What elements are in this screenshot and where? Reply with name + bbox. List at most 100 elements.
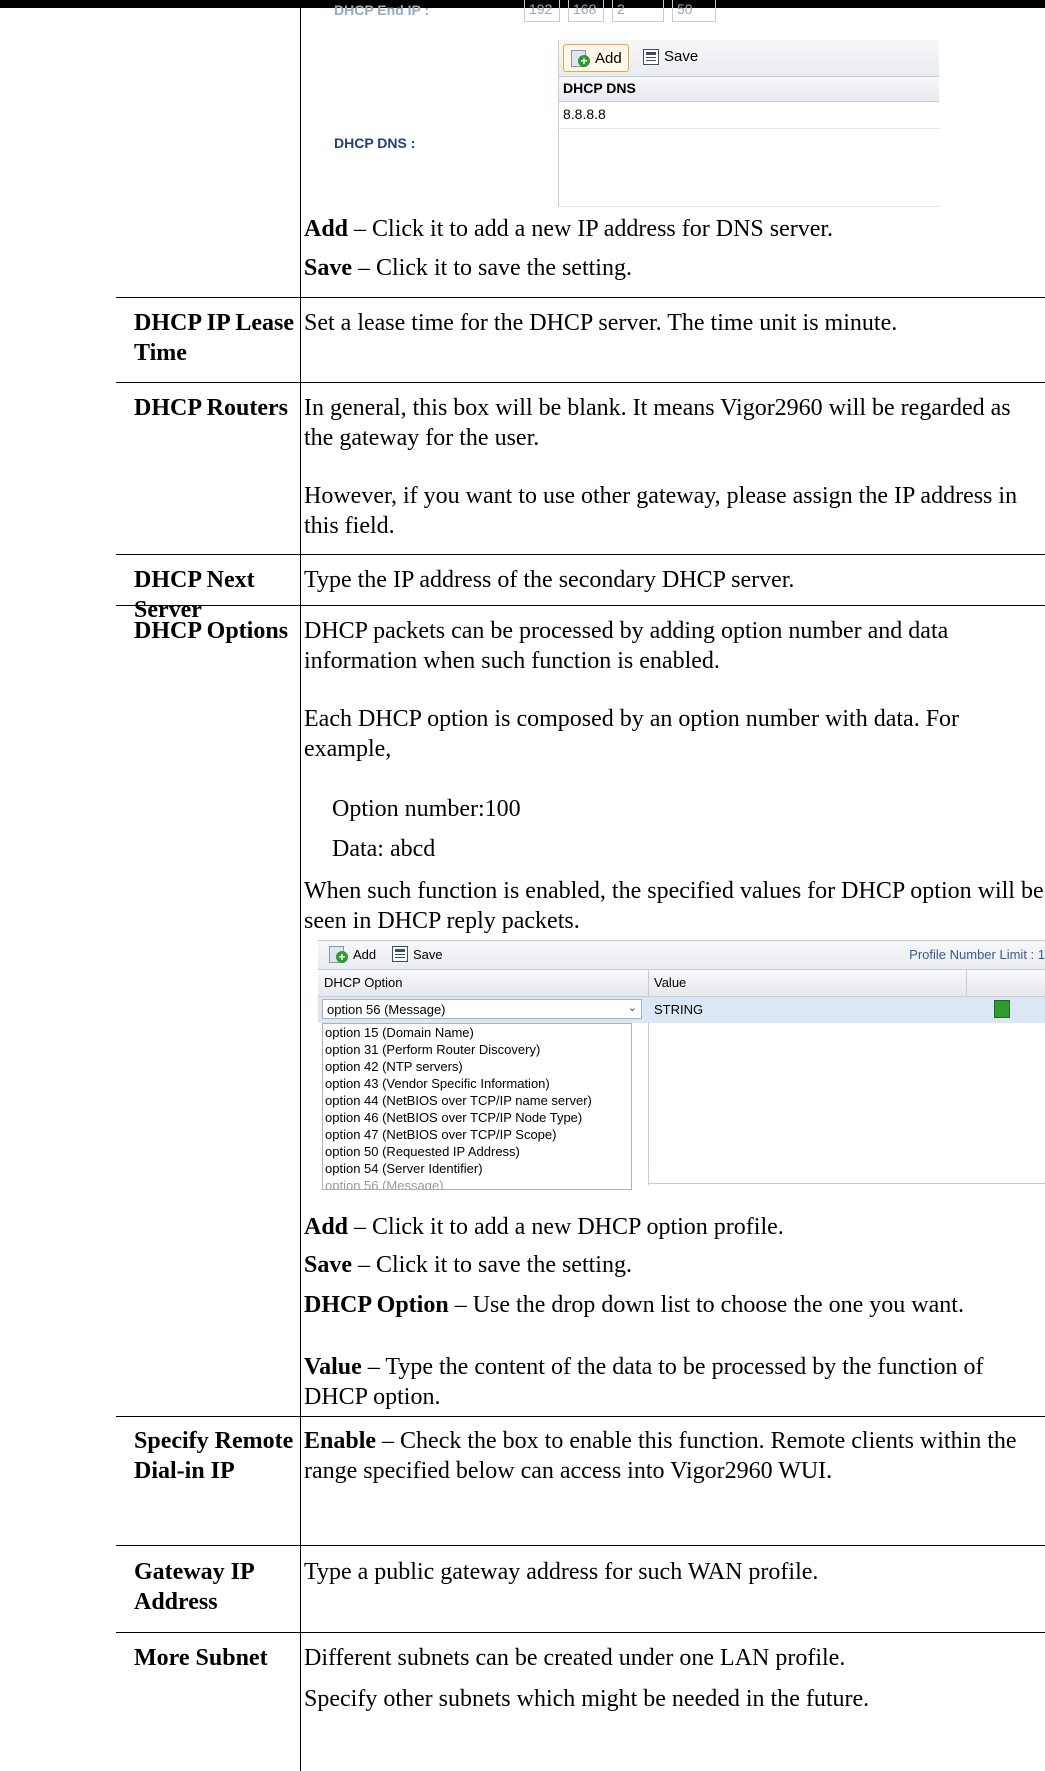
options-example-data: Data: abcd [332, 836, 436, 862]
save-icon [392, 946, 408, 962]
term-bold: Save [304, 255, 352, 281]
desc-text: – Click it to save the setting. [352, 1252, 632, 1278]
desc-text: – Click it to save the setting. [352, 255, 632, 281]
term-bold: Enable [304, 1428, 377, 1454]
desc-text: – Check the box to enable this function.… [304, 1428, 1017, 1484]
row-desc-next-server: Type the IP address of the secondary DHC… [304, 567, 795, 593]
dropdown-option[interactable]: option 43 (Vendor Specific Information) [325, 1075, 631, 1092]
term-bold: Add [304, 216, 349, 242]
options-table-row[interactable]: option 56 (Message) ⌄ STRING [318, 997, 1045, 1023]
options-desc-3: When such function is enabled, the speci… [304, 878, 1044, 934]
option-dropdown-list[interactable]: option 15 (Domain Name) option 31 (Perfo… [322, 1023, 632, 1190]
dns-add-desc: Add – Click it to add a new IP address f… [304, 214, 1044, 244]
dropdown-option[interactable]: option 50 (Requested IP Address) [325, 1143, 631, 1160]
dns-table-row[interactable]: 8.8.8.8 [559, 102, 939, 129]
save-icon [643, 48, 659, 65]
options-option-desc: DHCP Option – Use the drop down list to … [304, 1290, 1044, 1320]
col-divider [648, 970, 649, 996]
desc-text: – Click it to add a new IP address for D… [348, 216, 834, 242]
profile-limit-label: Profile Number Limit : 1 [909, 947, 1045, 962]
row-desc-routers-2: However, if you want to use other gatewa… [304, 483, 1018, 539]
options-toolbar: + Add Save Profile Number Limit : 1 [318, 940, 1045, 970]
options-add-desc: Add – Click it to add a new DHCP option … [304, 1212, 1044, 1242]
col-divider [966, 970, 967, 996]
row-desc-subnet-2: Specify other subnets which might be nee… [304, 1686, 870, 1712]
end-ip-octet-input[interactable]: 2 [612, 0, 664, 22]
add-icon: + [328, 945, 348, 963]
dns-screenshot: DHCP End IP : 192 168 2 50 + Add Save DH… [318, 0, 939, 207]
top-border [0, 0, 1045, 8]
row-term-gateway: Gateway IP Address [134, 1559, 254, 1615]
options-value-desc: Value – Type the content of the data to … [304, 1352, 1044, 1412]
add-icon: + [570, 49, 590, 67]
row-term-routers: DHCP Routers [134, 395, 288, 421]
row-term-lease: DHCP IP Lease Time [134, 310, 294, 366]
dns-add-label: Add [595, 49, 622, 67]
term-bold: Save [304, 1252, 352, 1278]
row-desc-subnet-1: Different subnets can be created under o… [304, 1645, 846, 1671]
column-divider [300, 8, 301, 1771]
row-desc-routers-1: In general, this box will be blank. It m… [304, 395, 1011, 451]
dns-table-header: DHCP DNS [559, 77, 939, 102]
end-ip-octet-input[interactable]: 168 [568, 0, 604, 22]
term-bold: Add [304, 1214, 349, 1240]
col-option-header: DHCP Option [324, 975, 403, 990]
row-term-options: DHCP Options [134, 618, 289, 644]
options-desc-2: Each DHCP option is composed by an optio… [304, 706, 960, 762]
option-select[interactable]: option 56 (Message) ⌄ [322, 999, 642, 1019]
term-bold: DHCP Option [304, 1292, 449, 1318]
dns-field-label: DHCP DNS : [334, 135, 416, 151]
options-add-button[interactable]: + Add [328, 945, 376, 963]
option-select-value: option 56 (Message) [327, 1002, 446, 1017]
col-value-header: Value [654, 975, 687, 990]
dns-list-panel: + Add Save DHCP DNS 8.8.8.8 [558, 40, 939, 207]
desc-text: – Type the content of the data to be pro… [304, 1354, 984, 1410]
end-ip-inputs: 192 168 2 50 [524, 0, 716, 22]
row-desc-lease: Set a lease time for the DHCP server. Th… [304, 310, 898, 336]
dropdown-option[interactable]: option 42 (NTP servers) [325, 1058, 631, 1075]
options-row-bottom-border [648, 1183, 1045, 1184]
row-divider [116, 1632, 1045, 1633]
end-ip-octet-input[interactable]: 192 [524, 0, 560, 22]
row-desc-remote: Enable – Check the box to enable this fu… [304, 1426, 1044, 1486]
dns-save-desc: Save – Click it to save the setting. [304, 253, 1044, 283]
dns-col-header: DHCP DNS [563, 80, 636, 96]
dns-save-button[interactable]: Save [643, 48, 698, 65]
delete-icon[interactable] [994, 1000, 1010, 1018]
chevron-down-icon: ⌄ [627, 1002, 637, 1014]
dns-cell-value: 8.8.8.8 [563, 106, 606, 122]
end-ip-label: DHCP End IP : [334, 2, 430, 18]
dropdown-option[interactable]: option 31 (Perform Router Discovery) [325, 1041, 631, 1058]
options-add-label: Add [353, 946, 377, 962]
dns-toolbar: + Add Save [559, 40, 939, 77]
row-term-subnet: More Subnet [134, 1645, 268, 1671]
end-ip-octet-input[interactable]: 50 [672, 0, 716, 22]
dropdown-option[interactable]: option 46 (NetBIOS over TCP/IP Node Type… [325, 1109, 631, 1126]
row-desc-gateway: Type a public gateway address for such W… [304, 1559, 819, 1585]
dropdown-option[interactable]: option 56 (Message) [325, 1177, 631, 1189]
options-save-desc: Save – Click it to save the setting. [304, 1250, 1044, 1280]
row-divider [116, 554, 1045, 555]
options-example-number: Option number:100 [332, 796, 521, 822]
options-screenshot: + Add Save Profile Number Limit : 1 DHCP… [318, 940, 1045, 1208]
desc-text: – Click it to add a new DHCP option prof… [348, 1214, 784, 1240]
dropdown-option[interactable]: option 47 (NetBIOS over TCP/IP Scope) [325, 1126, 631, 1143]
row-divider [116, 382, 1045, 383]
dropdown-option[interactable]: option 54 (Server Identifier) [325, 1160, 631, 1177]
option-value-cell: STRING [654, 1002, 704, 1017]
row-term-remote: Specify Remote Dial-in IP [134, 1428, 294, 1484]
desc-text: – Use the drop down list to choose the o… [448, 1292, 964, 1318]
dropdown-option[interactable]: option 15 (Domain Name) [325, 1024, 631, 1041]
options-table-header: DHCP Option Value [318, 970, 1045, 997]
dns-add-button[interactable]: + Add [563, 44, 629, 72]
options-save-label: Save [413, 946, 443, 962]
row-divider [116, 1416, 1045, 1417]
row-divider [116, 1545, 1045, 1546]
options-desc-1: DHCP packets can be processed by adding … [304, 618, 949, 674]
dropdown-option[interactable]: option 44 (NetBIOS over TCP/IP name serv… [325, 1092, 631, 1109]
term-bold: Value [304, 1354, 362, 1380]
row-divider [116, 297, 1045, 298]
dns-save-label: Save [664, 48, 699, 65]
options-save-button[interactable]: Save [392, 946, 443, 962]
options-value-column-lower [648, 1023, 649, 1185]
